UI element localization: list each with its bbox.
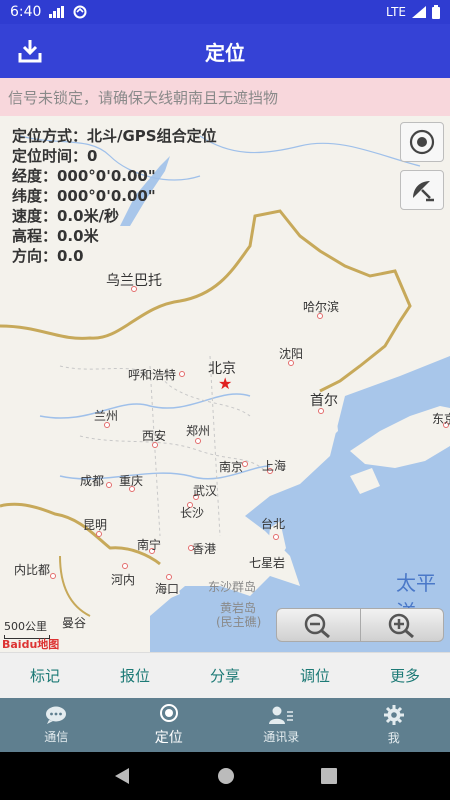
city-dot xyxy=(122,563,128,569)
city-haikou: 海口 xyxy=(155,582,180,596)
city-naypyidaw: 内比都 xyxy=(14,563,51,577)
city-dot xyxy=(179,371,185,377)
city-qixingyan: 七星岩 xyxy=(249,556,286,570)
satellite-button[interactable] xyxy=(400,170,444,210)
target-icon xyxy=(409,129,435,155)
tab-me-label: 我 xyxy=(387,730,400,745)
signal-warning-text: 信号未锁定，请确保天线朝南且无遮挡物 xyxy=(8,88,279,107)
status-bar: 6:40 LTE xyxy=(0,0,450,24)
location-icon xyxy=(159,704,178,722)
tab-contacts-label: 通讯录 xyxy=(263,729,300,744)
zoom-out-button[interactable] xyxy=(277,609,360,641)
huangyan-sub-label: (民主礁) xyxy=(216,615,262,629)
city-nanning: 南宁 xyxy=(137,538,162,552)
location-altitude: 高程：0.0米 xyxy=(12,227,99,245)
city-hongkong: 香港 xyxy=(192,542,217,556)
action-bar: 标记 报位 分享 调位 更多 xyxy=(0,652,450,698)
bottom-tab-bar: 通信 定位 通讯录 我 xyxy=(0,698,450,752)
location-direction: 方向：0.0 xyxy=(12,247,84,265)
city-hohhot: 呼和浩特 xyxy=(128,368,177,382)
city-zhengzhou: 郑州 xyxy=(186,424,211,438)
tab-communication[interactable]: 通信 xyxy=(0,698,113,752)
city-taipei: 台北 xyxy=(261,517,286,531)
city-beijing: 北京 xyxy=(208,361,236,377)
city-harbin: 哈尔滨 xyxy=(303,300,340,314)
city-xian: 西安 xyxy=(142,429,167,443)
city-shenyang: 沈阳 xyxy=(279,347,304,361)
action-mark[interactable]: 标记 xyxy=(0,665,90,686)
home-icon[interactable] xyxy=(217,767,235,785)
baidu-logo: Baidu地图 xyxy=(2,638,60,651)
cell-icon xyxy=(412,6,426,18)
tab-contacts[interactable]: 通讯录 xyxy=(225,698,338,752)
battery-icon xyxy=(432,5,440,19)
tab-communication-label: 通信 xyxy=(44,729,69,744)
page-title: 定位 xyxy=(205,40,245,65)
city-dot xyxy=(273,534,279,540)
action-report[interactable]: 报位 xyxy=(90,665,180,686)
tab-location[interactable]: 定位 xyxy=(113,698,226,752)
city-changsha: 长沙 xyxy=(180,506,205,520)
action-adjust[interactable]: 调位 xyxy=(270,665,360,686)
location-info-panel: 定位方式：北斗/GPS组合定位 定位时间：0 经度：000°0'0.00" 纬度… xyxy=(12,126,217,266)
city-chongqing: 重庆 xyxy=(119,474,144,488)
zoom-in-button[interactable] xyxy=(359,609,444,641)
city-tokyo: 东京 xyxy=(432,412,450,426)
location-mode: 定位方式：北斗/GPS组合定位 xyxy=(12,127,217,145)
city-seoul: 首尔 xyxy=(310,393,338,409)
city-shanghai: 上海 xyxy=(262,459,287,473)
tab-location-label: 定位 xyxy=(154,730,183,746)
city-wuhan: 武汉 xyxy=(193,484,218,498)
zoom-out-icon xyxy=(305,613,331,638)
location-longitude: 经度：000°0'0.00" xyxy=(12,167,156,185)
network-type: LTE xyxy=(386,5,406,19)
city-nanjing: 南京 xyxy=(219,460,244,474)
signal-warning: 信号未锁定，请确保天线朝南且无遮挡物 xyxy=(0,78,450,116)
city-hanoi: 河内 xyxy=(111,573,136,587)
signal-icon xyxy=(49,6,65,18)
system-nav-bar xyxy=(0,752,450,800)
chat-icon xyxy=(46,706,67,724)
zoom-in-icon xyxy=(388,613,414,638)
action-share[interactable]: 分享 xyxy=(180,665,270,686)
city-ulaanbaatar: 乌兰巴托 xyxy=(106,273,162,289)
city-chengdu: 成都 xyxy=(80,474,105,488)
location-latitude: 纬度：000°0'0.00" xyxy=(12,187,156,205)
app-bar: 定位 xyxy=(0,24,450,78)
location-time: 定位时间：0 xyxy=(12,147,98,165)
city-kunming: 昆明 xyxy=(83,518,108,532)
city-bangkok: 曼谷 xyxy=(62,616,87,630)
back-icon[interactable] xyxy=(113,767,131,785)
contacts-icon xyxy=(269,706,294,724)
status-time: 6:40 xyxy=(10,4,42,20)
map-scale-label: 500公里 xyxy=(4,620,47,633)
action-more[interactable]: 更多 xyxy=(360,665,450,686)
zoom-controls xyxy=(276,608,444,642)
city-lanzhou: 兰州 xyxy=(94,409,119,423)
dongsha-label: 东沙群岛 xyxy=(208,580,257,594)
satellite-dish-icon xyxy=(413,181,434,202)
locate-button[interactable] xyxy=(400,122,444,162)
download-icon[interactable] xyxy=(16,37,44,65)
city-dot xyxy=(50,573,56,579)
gear-icon xyxy=(383,704,404,725)
sync-icon xyxy=(73,5,87,19)
location-speed: 速度：0.0米/秒 xyxy=(12,207,120,225)
city-dot xyxy=(106,482,112,488)
tab-me[interactable]: 我 xyxy=(338,698,450,752)
recents-icon[interactable] xyxy=(321,768,337,784)
map-view[interactable]: 乌兰巴托 哈尔滨 沈阳 呼和浩特 ★ 北京 首尔 兰州 西安 郑州 南京 上海 … xyxy=(0,116,450,652)
